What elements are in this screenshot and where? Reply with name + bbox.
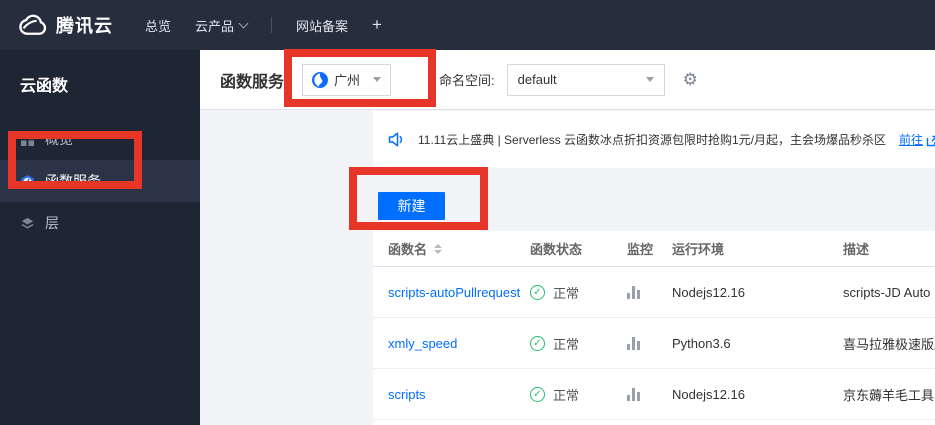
status-cell: ✓ 正常 (530, 283, 627, 302)
table-row: scripts-autoPullrequest ✓ 正常 Nodejs12.16 scr… (373, 267, 935, 318)
column-header-函数名: 函数名 (388, 239, 530, 258)
bar-chart-icon[interactable] (627, 285, 672, 299)
nav-item-网站备案[interactable]: 网站备案 (296, 16, 348, 35)
status-label: 正常 (553, 336, 580, 352)
banner-text: 11.11云上盛典 | Serverless 云函数冰点折扣资源包限时抢购1元/… (418, 133, 887, 147)
column-header-label: 函数状态 (530, 242, 583, 257)
sidebar-item-label: 层 (45, 215, 59, 231)
check-circle-icon: ✓ (530, 386, 545, 402)
function-name-link[interactable]: scripts-autoPullrequest (388, 285, 530, 300)
description-cell: scripts-JD Auto P (843, 284, 935, 300)
nav-item-总览[interactable]: 总览 (145, 16, 171, 35)
page-header: 函数服务 广州 命名空间: default ⚙ (200, 50, 935, 110)
check-circle-icon: ✓ (530, 284, 545, 300)
column-header-描述: 描述 (843, 239, 935, 258)
chevron-down-icon (238, 18, 249, 28)
status-label: 正常 (553, 387, 580, 403)
function-name-link[interactable]: xmly_speed (388, 336, 530, 351)
namespace-value: default (517, 72, 557, 87)
page-title: 函数服务 (220, 73, 285, 91)
status-cell: ✓ 正常 (530, 385, 627, 404)
topbar: 腾讯云 总览 云产品 网站备案 + (0, 0, 935, 50)
runtime-cell: Nodejs12.16 (672, 386, 745, 402)
monitor-cell (627, 336, 672, 350)
column-header-函数状态: 函数状态 (530, 239, 627, 258)
description-cell: 京东薅羊毛工具 (843, 387, 935, 403)
status-cell: ✓ 正常 (530, 334, 627, 353)
nav-item-云产品[interactable]: 云产品 (195, 16, 249, 35)
table-header-row: 函数名 函数状态 监控 运行环境 描述 (373, 231, 935, 267)
function-name-link[interactable]: scripts (388, 387, 530, 402)
bar-chart-icon[interactable] (627, 387, 672, 401)
function-table: 函数名 函数状态 监控 运行环境 描述 scripts-autoPullrequest ✓… (373, 231, 935, 425)
sidebar: 云函数 概览函数服务层 (0, 50, 200, 425)
column-header-label: 监控 (627, 242, 654, 257)
speaker-icon (388, 131, 405, 148)
gear-icon[interactable]: ⚙ (683, 71, 698, 88)
runtime-cell: Nodejs12.16 (672, 284, 745, 300)
globe-icon (312, 71, 329, 88)
tencent-cloud-logo-icon (14, 12, 48, 38)
sidebar-menu: 概览 函数服务层 (0, 118, 200, 244)
chevron-down-icon (373, 77, 382, 82)
namespace-label: 命名空间: (439, 73, 495, 88)
table-row: xmly_speed✓ 正常 Python3.6 喜马拉雅极速版刷 (373, 318, 935, 369)
bar-chart-icon[interactable] (627, 336, 672, 350)
create-button[interactable]: 新建 (378, 192, 445, 220)
sidebar-item-层[interactable]: 层 (0, 202, 200, 244)
table-row: scripts ✓ 正常 Nodejs12.16 京东薅羊毛工具 (373, 369, 935, 420)
column-header-运行环境: 运行环境 (672, 239, 843, 258)
nav-add-button[interactable]: + (372, 15, 382, 35)
external-link-icon[interactable] (926, 134, 935, 146)
monitor-cell (627, 285, 672, 299)
runtime-cell: Python3.6 (672, 335, 731, 351)
brand[interactable]: 腾讯云 (14, 12, 113, 38)
sidebar-item-label: 函数服务 (45, 173, 101, 189)
check-circle-icon: ✓ (530, 335, 545, 351)
column-header-label: 运行环境 (672, 242, 725, 257)
column-header-监控: 监控 (627, 239, 672, 258)
banner-link[interactable]: 前往 (899, 131, 923, 148)
namespace-select[interactable]: default (506, 63, 665, 96)
nav-divider (271, 17, 273, 33)
sidebar-item-函数服务[interactable]: 函数服务 (0, 160, 200, 202)
sidebar-title: 云函数 (20, 78, 69, 95)
monitor-cell (627, 387, 672, 401)
column-header-label: 函数名 (388, 242, 428, 257)
column-header-label: 描述 (843, 242, 870, 257)
promo-banner: 11.11云上盛典 | Serverless 云函数冰点折扣资源包限时抢购1元/… (373, 111, 935, 168)
description-cell: 喜马拉雅极速版刷 (843, 336, 935, 352)
brand-name: 腾讯云 (56, 16, 113, 36)
scf-hexagon-icon (20, 174, 35, 189)
sidebar-item-概览[interactable]: 概览 (0, 118, 200, 160)
region-value: 广州 (334, 73, 361, 88)
status-label: 正常 (553, 285, 580, 301)
sort-icon[interactable] (434, 243, 443, 254)
sidebar-item-label: 概览 (45, 131, 73, 147)
region-selector[interactable]: 广州 (302, 63, 392, 96)
layers-icon (20, 216, 35, 231)
table-body: scripts-autoPullrequest ✓ 正常 Nodejs12.16 scr… (373, 267, 935, 420)
grid-icon (20, 131, 35, 147)
top-navigation: 总览 云产品 网站备案 + (145, 15, 406, 35)
chevron-down-icon (645, 77, 654, 82)
